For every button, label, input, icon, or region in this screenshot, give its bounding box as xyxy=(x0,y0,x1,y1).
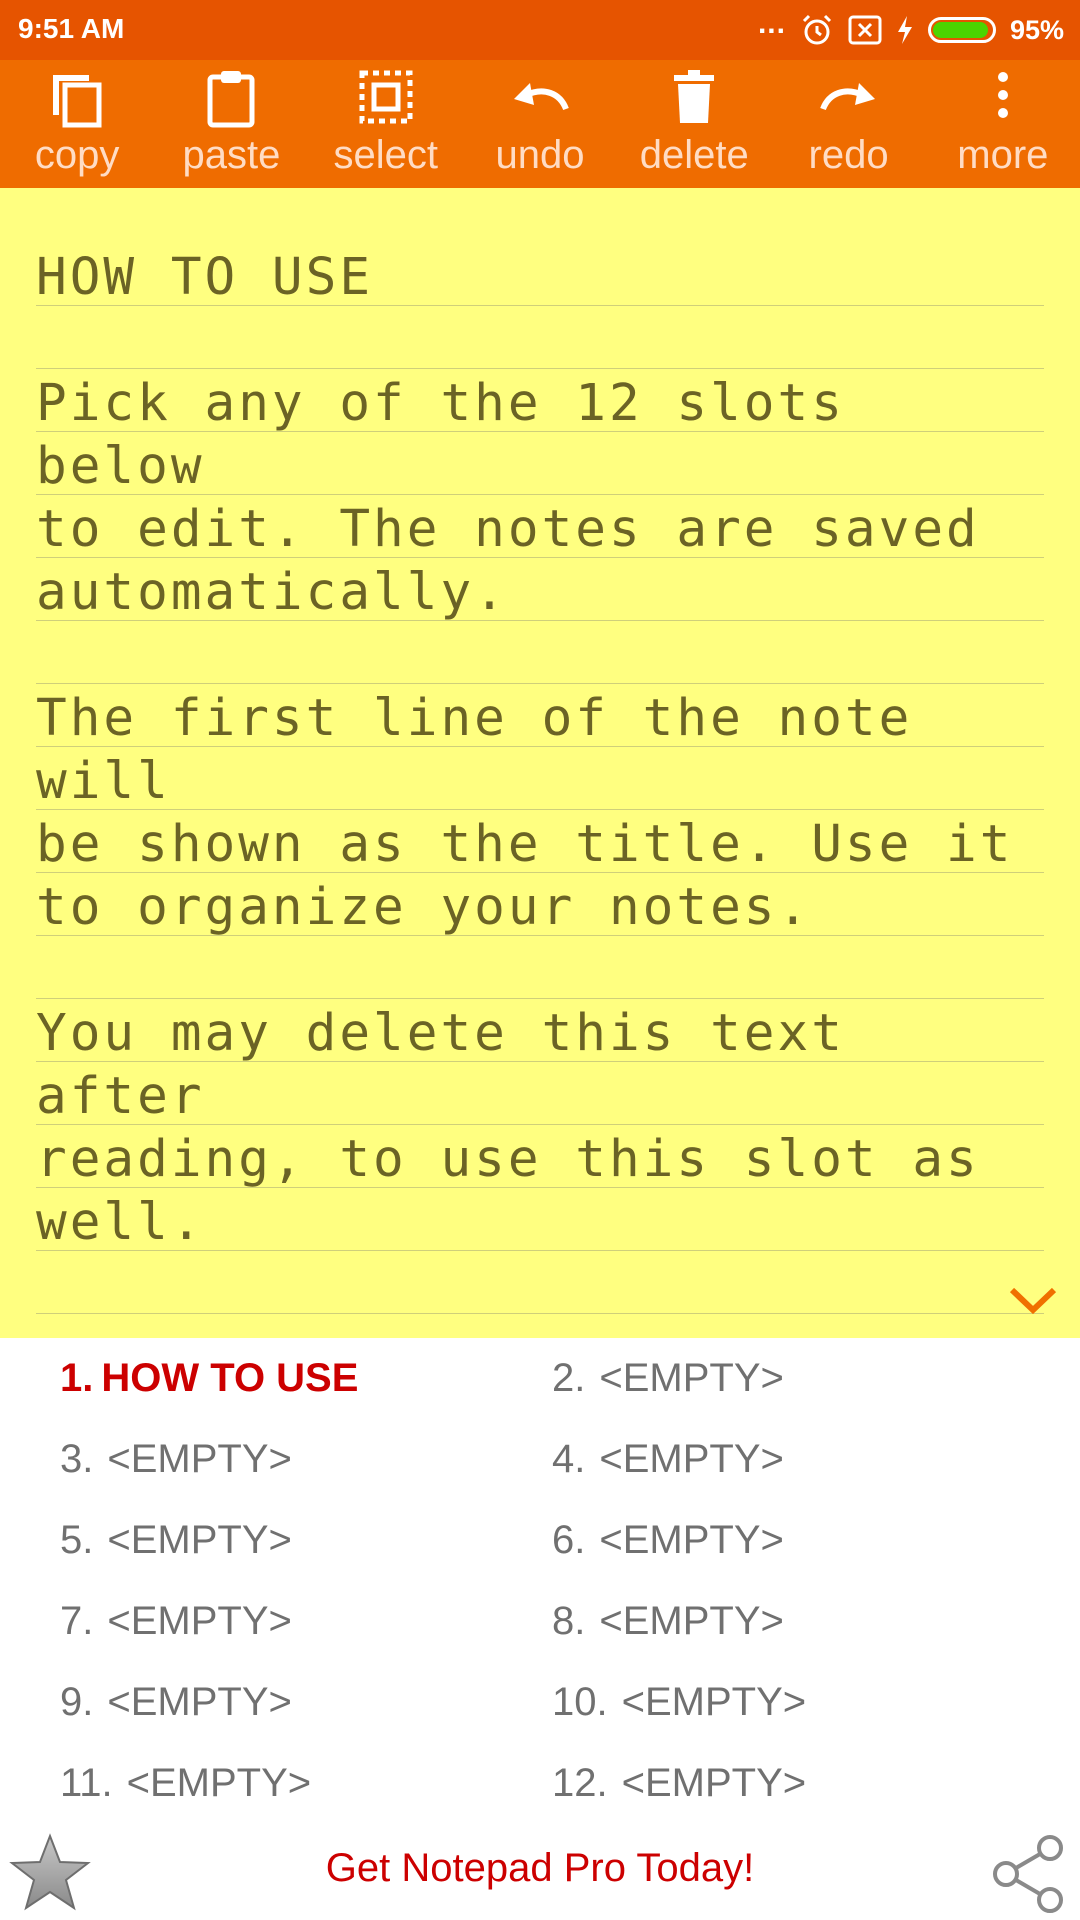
status-dots: ... xyxy=(757,7,786,40)
undo-button[interactable]: undo xyxy=(463,60,617,188)
more-vert-icon xyxy=(997,72,1008,118)
slot-number: 6. xyxy=(552,1518,586,1562)
slot-title: <EMPTY> xyxy=(599,1437,784,1481)
slot-list: 1. HOW TO USE 2. <EMPTY> 3. <EMPTY> 4. <… xyxy=(0,1338,1080,1824)
slot-title: <EMPTY> xyxy=(126,1761,312,1805)
battery-percent: 95% xyxy=(1009,14,1064,45)
redo-label: redo xyxy=(808,133,889,177)
slot-9[interactable]: 9. <EMPTY> xyxy=(60,1662,540,1743)
select-button[interactable]: select xyxy=(309,60,463,188)
paste-label: paste xyxy=(182,133,281,177)
slot-number: 11. xyxy=(60,1761,113,1805)
slot-title: <EMPTY> xyxy=(107,1599,292,1643)
redo-icon xyxy=(819,83,875,111)
slot-10[interactable]: 10. <EMPTY> xyxy=(552,1662,1032,1743)
ruled-line xyxy=(36,1313,1044,1314)
slot-title: HOW TO USE xyxy=(101,1356,359,1400)
slot-6[interactable]: 6. <EMPTY> xyxy=(552,1500,1032,1581)
status-icons: ... 95% xyxy=(757,7,1064,52)
copy-label: copy xyxy=(34,133,120,177)
slot-number: 7. xyxy=(60,1599,94,1643)
alarm-icon xyxy=(802,14,832,45)
delete-button[interactable]: delete xyxy=(617,60,771,188)
slot-4[interactable]: 4. <EMPTY> xyxy=(552,1419,1032,1500)
slot-number: 10. xyxy=(552,1680,608,1724)
slot-title: <EMPTY> xyxy=(107,1680,292,1724)
slot-3[interactable]: 3. <EMPTY> xyxy=(60,1419,540,1500)
slot-title: <EMPTY> xyxy=(599,1518,784,1562)
bottom-bar: Get Notepad Pro Today! xyxy=(0,1824,1080,1920)
slot-5[interactable]: 5. <EMPTY> xyxy=(60,1500,540,1581)
slot-number: 12. xyxy=(552,1761,608,1805)
delete-icon xyxy=(674,70,715,123)
slot-number: 1. xyxy=(60,1356,94,1400)
slot-title: <EMPTY> xyxy=(599,1599,784,1643)
slot-7[interactable]: 7. <EMPTY> xyxy=(60,1581,540,1662)
slot-number: 5. xyxy=(60,1518,94,1562)
toolbar: copy paste select undo delete redo more xyxy=(0,60,1080,188)
battery-level xyxy=(932,22,988,38)
slot-12[interactable]: 12. <EMPTY> xyxy=(552,1743,1032,1824)
copy-button[interactable]: copy xyxy=(0,60,154,188)
battery-icon xyxy=(927,17,996,43)
slot-number: 3. xyxy=(60,1437,94,1481)
redo-button[interactable]: redo xyxy=(771,60,925,188)
chevron-down-icon[interactable] xyxy=(1006,1282,1060,1316)
slot-2[interactable]: 2. <EMPTY> xyxy=(552,1338,1032,1419)
slot-number: 2. xyxy=(552,1356,586,1400)
slot-title: <EMPTY> xyxy=(621,1680,807,1724)
more-label: more xyxy=(957,133,1049,177)
slot-number: 8. xyxy=(552,1599,586,1643)
slot-title: <EMPTY> xyxy=(599,1356,784,1400)
more-button[interactable]: more xyxy=(926,60,1080,188)
share-icon[interactable] xyxy=(990,1834,1066,1914)
slot-1[interactable]: 1. HOW TO USE xyxy=(60,1338,540,1419)
slot-title: <EMPTY> xyxy=(107,1437,292,1481)
note-editor[interactable]: HOW TO USE Pick any of the 12 slots belo… xyxy=(0,188,1080,1338)
paste-icon xyxy=(207,71,255,128)
select-icon xyxy=(359,70,413,124)
charging-icon xyxy=(897,16,912,44)
slot-8[interactable]: 8. <EMPTY> xyxy=(552,1581,1032,1662)
undo-label: undo xyxy=(495,133,585,177)
slot-11[interactable]: 11. <EMPTY> xyxy=(60,1743,540,1824)
sim-x-icon xyxy=(848,15,882,45)
promo-link[interactable]: Get Notepad Pro Today! xyxy=(0,1846,1080,1891)
slot-title: <EMPTY> xyxy=(107,1518,292,1562)
slot-number: 9. xyxy=(60,1680,94,1724)
undo-icon xyxy=(513,83,569,111)
note-text[interactable]: HOW TO USE Pick any of the 12 slots belo… xyxy=(36,246,1046,1254)
copy-icon xyxy=(53,75,102,128)
slot-number: 4. xyxy=(552,1437,586,1481)
status-time: 9:51 AM xyxy=(18,13,125,44)
delete-label: delete xyxy=(639,133,749,177)
paste-button[interactable]: paste xyxy=(154,60,308,188)
status-bar: 9:51 AM ... 95% xyxy=(0,0,1080,60)
select-label: select xyxy=(333,133,438,177)
slot-title: <EMPTY> xyxy=(621,1761,807,1805)
